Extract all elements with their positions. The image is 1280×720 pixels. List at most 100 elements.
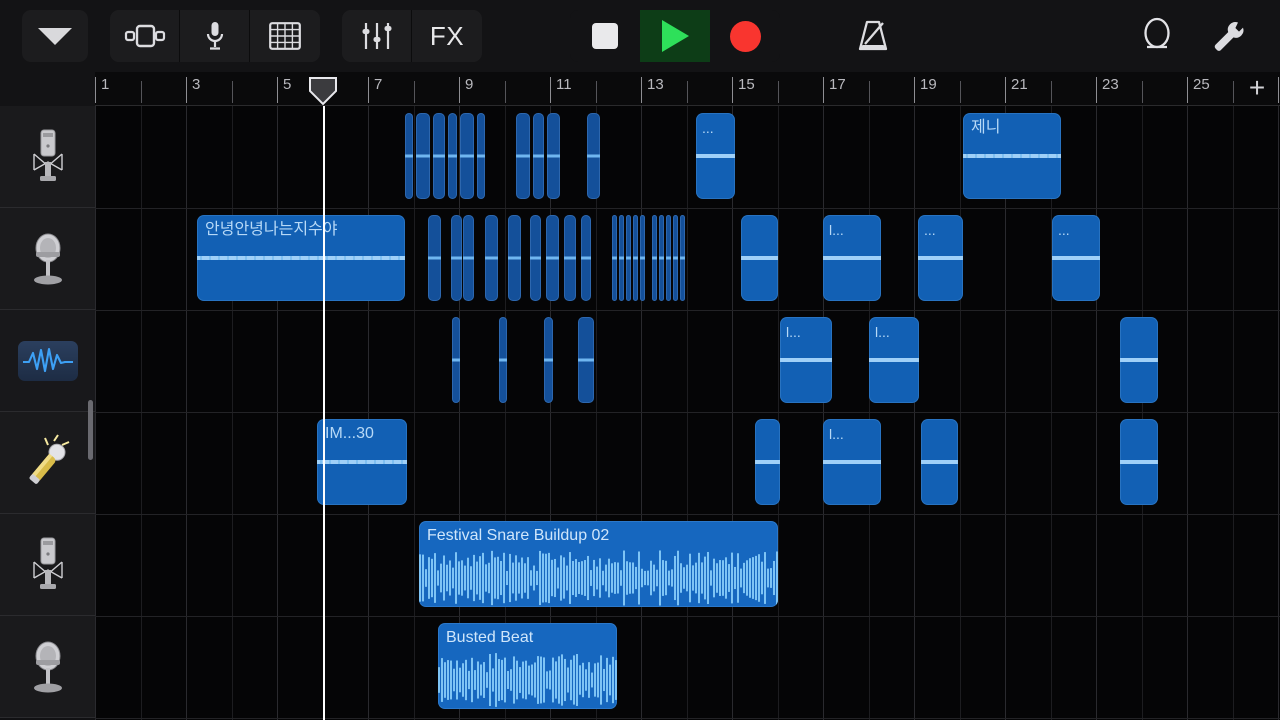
audio-region[interactable] bbox=[581, 215, 591, 301]
track-header-5[interactable] bbox=[0, 514, 95, 616]
audio-region[interactable] bbox=[612, 215, 617, 301]
tracks-view-icon bbox=[124, 23, 166, 49]
audio-region[interactable] bbox=[755, 419, 780, 505]
audio-region[interactable]: IM...30 bbox=[317, 419, 407, 505]
grid-line bbox=[368, 106, 369, 720]
audio-region[interactable] bbox=[463, 215, 474, 301]
audio-region[interactable] bbox=[652, 215, 657, 301]
region-waveform bbox=[197, 256, 405, 260]
audio-region[interactable] bbox=[533, 113, 544, 199]
ruler-ticks[interactable]: 135791113151719212325 bbox=[95, 72, 1280, 106]
grid-line bbox=[277, 106, 278, 720]
stop-button[interactable] bbox=[570, 10, 640, 62]
play-button[interactable] bbox=[640, 10, 710, 62]
ruler-bar-number: 9 bbox=[459, 76, 473, 93]
audio-region[interactable]: l... bbox=[780, 317, 832, 403]
grid-line bbox=[641, 106, 642, 720]
audio-region[interactable] bbox=[741, 215, 778, 301]
region-waveform bbox=[869, 358, 919, 362]
audio-region[interactable] bbox=[633, 215, 638, 301]
vertical-scrollbar[interactable] bbox=[88, 400, 93, 460]
timeline-canvas[interactable]: ...제니안녕안녕나는지수야l.........l...l...IM...30l… bbox=[95, 106, 1280, 720]
audio-region[interactable] bbox=[477, 113, 485, 199]
audio-region[interactable] bbox=[564, 215, 576, 301]
audio-region[interactable] bbox=[626, 215, 631, 301]
region-waveform bbox=[612, 257, 617, 260]
audio-region[interactable] bbox=[516, 113, 530, 199]
region-waveform bbox=[433, 155, 445, 158]
region-waveform bbox=[428, 257, 441, 260]
audio-region[interactable]: 제니 bbox=[963, 113, 1061, 199]
audio-region[interactable] bbox=[680, 215, 685, 301]
audio-region[interactable] bbox=[460, 113, 474, 199]
audio-region[interactable]: l... bbox=[823, 419, 881, 505]
audio-region[interactable] bbox=[405, 113, 413, 199]
ruler-bar-number: 13 bbox=[641, 76, 664, 93]
settings-button[interactable] bbox=[1192, 10, 1262, 62]
audio-region[interactable] bbox=[485, 215, 498, 301]
loop-browser-button[interactable] bbox=[250, 10, 320, 62]
audio-region[interactable] bbox=[659, 215, 664, 301]
track-header-2[interactable] bbox=[0, 208, 95, 310]
region-waveform bbox=[666, 257, 671, 260]
ruler-bar-number: 17 bbox=[823, 76, 846, 93]
my-songs-button[interactable] bbox=[22, 10, 88, 62]
track-header-1[interactable] bbox=[0, 106, 95, 208]
region-waveform bbox=[640, 257, 645, 260]
region-waveform bbox=[416, 155, 430, 158]
audio-region[interactable] bbox=[544, 317, 553, 403]
audio-region[interactable]: ... bbox=[696, 113, 735, 199]
audio-region[interactable] bbox=[578, 317, 594, 403]
track-header-4[interactable] bbox=[0, 412, 95, 514]
playhead-handle[interactable] bbox=[308, 76, 338, 106]
audio-region[interactable]: ... bbox=[1052, 215, 1100, 301]
add-track-button[interactable]: + bbox=[1244, 76, 1270, 102]
audio-region[interactable] bbox=[640, 215, 645, 301]
region-waveform bbox=[546, 257, 559, 260]
audio-region[interactable] bbox=[546, 215, 559, 301]
fx-label: FX bbox=[430, 21, 464, 52]
track-header-3[interactable] bbox=[0, 310, 95, 412]
top-toolbar: FX bbox=[0, 0, 1280, 72]
record-button[interactable] bbox=[710, 10, 780, 62]
region-label: Festival Snare Buildup 02 bbox=[427, 526, 774, 546]
audio-region[interactable] bbox=[448, 113, 457, 199]
audio-region[interactable] bbox=[428, 215, 441, 301]
metronome-button[interactable] bbox=[838, 10, 908, 62]
audio-region[interactable] bbox=[1120, 317, 1158, 403]
audio-region[interactable] bbox=[451, 215, 462, 301]
audio-region[interactable] bbox=[921, 419, 958, 505]
audio-region[interactable] bbox=[452, 317, 460, 403]
audio-region[interactable]: 안녕안녕나는지수야 bbox=[197, 215, 405, 301]
audio-region[interactable]: l... bbox=[869, 317, 919, 403]
audio-region[interactable] bbox=[508, 215, 521, 301]
fx-button[interactable]: FX bbox=[412, 10, 482, 62]
audio-region[interactable] bbox=[619, 215, 624, 301]
track-row-divider bbox=[95, 310, 1280, 311]
region-waveform bbox=[452, 359, 460, 362]
audio-region[interactable] bbox=[666, 215, 671, 301]
audio-region[interactable] bbox=[587, 113, 600, 199]
ruler-bar-number: 21 bbox=[1005, 76, 1028, 93]
instrument-mic-button[interactable] bbox=[180, 10, 250, 62]
loop-region-button[interactable] bbox=[1122, 10, 1192, 62]
audio-region[interactable]: Busted Beat bbox=[438, 623, 617, 709]
tracks-view-button[interactable] bbox=[110, 10, 180, 62]
audio-region[interactable] bbox=[416, 113, 430, 199]
audio-region[interactable] bbox=[530, 215, 541, 301]
audio-region[interactable] bbox=[433, 113, 445, 199]
audio-region[interactable] bbox=[499, 317, 507, 403]
region-label: l... bbox=[829, 220, 877, 240]
track-header-6[interactable] bbox=[0, 616, 95, 718]
mixer-button[interactable] bbox=[342, 10, 412, 62]
audio-region[interactable]: ... bbox=[918, 215, 963, 301]
audio-region[interactable]: l... bbox=[823, 215, 881, 301]
region-waveform bbox=[419, 549, 778, 607]
timeline-ruler[interactable]: 135791113151719212325 + bbox=[0, 72, 1280, 106]
audio-region[interactable]: Festival Snare Buildup 02 bbox=[419, 521, 778, 607]
audio-region[interactable] bbox=[547, 113, 560, 199]
ruler-tick bbox=[1051, 81, 1052, 103]
audio-region[interactable] bbox=[673, 215, 678, 301]
audio-region[interactable] bbox=[1120, 419, 1158, 505]
ruler-bar-number: 19 bbox=[914, 76, 937, 93]
